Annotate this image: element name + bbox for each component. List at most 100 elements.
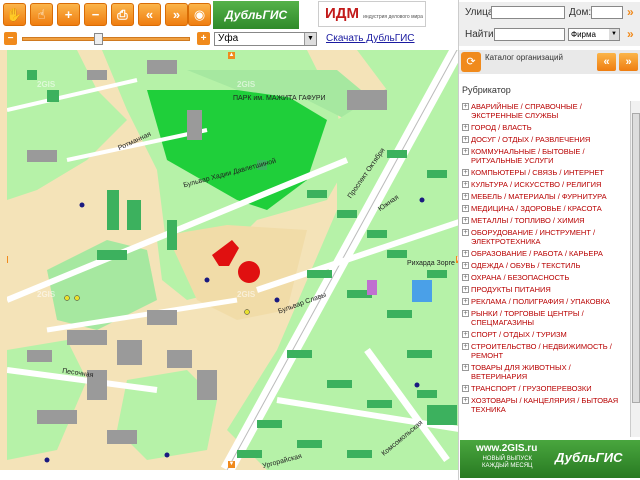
print-icon[interactable]: ⎙: [111, 3, 134, 26]
pan-down-icon[interactable]: ▼: [228, 461, 235, 468]
search-type-value: Фирма: [571, 30, 596, 39]
watermark: 2GIS: [237, 80, 256, 89]
zoom-plus-button[interactable]: +: [197, 32, 210, 45]
expand-plus-icon[interactable]: +: [462, 217, 469, 224]
expand-plus-icon[interactable]: +: [462, 331, 469, 338]
category-item[interactable]: + КОМПЬЮТЕРЫ / СВЯЗЬ / ИНТЕРНЕТ: [459, 167, 629, 179]
category-label: СПОРТ / ОТДЫХ / ТУРИЗМ: [471, 330, 567, 339]
category-label: МЕДИЦИНА / ЗДОРОВЬЕ / КРАСОТА: [471, 204, 602, 213]
search-type-select[interactable]: Фирма ▼: [568, 28, 620, 41]
expand-plus-icon[interactable]: +: [462, 103, 469, 110]
expand-plus-icon[interactable]: +: [462, 250, 469, 257]
map-label-park: ПАРК им. МАЖИТА ГАФУРИ: [233, 95, 326, 102]
expand-plus-icon[interactable]: +: [462, 298, 469, 305]
category-label: СТРОИТЕЛЬСТВО / НЕДВИЖИМОСТЬ / РЕМОНТ: [471, 342, 612, 360]
back-icon[interactable]: «: [138, 3, 161, 26]
pan-up-icon[interactable]: ▲: [228, 52, 235, 59]
catalog-title: Каталог организаций: [485, 53, 563, 62]
category-item[interactable]: + КОММУНАЛЬНЫЕ / БЫТОВЫЕ / РИТУАЛЬНЫЕ УСЛ…: [459, 146, 629, 167]
house-label: Дом:: [569, 7, 592, 18]
scrollbar[interactable]: [630, 101, 640, 437]
find-input[interactable]: [494, 28, 565, 41]
street-input[interactable]: [491, 6, 565, 19]
pan-left-icon[interactable]: ◀: [7, 256, 8, 263]
map-view[interactable]: ПАРК им. МАЖИТА ГАФУРИ Проспект Октября …: [0, 50, 458, 470]
house-input[interactable]: [591, 6, 623, 19]
expand-plus-icon[interactable]: +: [462, 385, 469, 392]
dublgis-logo[interactable]: ДубльГИС: [213, 1, 299, 29]
expand-plus-icon[interactable]: +: [462, 136, 469, 143]
category-item[interactable]: + МЕДИЦИНА / ЗДОРОВЬЕ / КРАСОТА: [459, 203, 629, 215]
category-item[interactable]: + СТРОИТЕЛЬСТВО / НЕДВИЖИМОСТЬ / РЕМОНТ: [459, 341, 629, 362]
expand-plus-icon[interactable]: +: [462, 181, 469, 188]
category-item[interactable]: + МЕБЕЛЬ / МАТЕРИАЛЫ / ФУРНИТУРА: [459, 191, 629, 203]
expand-plus-icon[interactable]: +: [462, 274, 469, 281]
expand-plus-icon[interactable]: +: [462, 310, 469, 317]
expand-plus-icon[interactable]: +: [462, 124, 469, 131]
scrollbar-thumb[interactable]: [632, 113, 640, 403]
zoom-slider-thumb[interactable]: [94, 33, 104, 45]
download-link[interactable]: Скачать ДубльГИС: [326, 33, 415, 44]
find-label: Найти:: [465, 29, 497, 40]
info-icon[interactable]: ◉: [188, 3, 211, 26]
category-item[interactable]: + ТОВАРЫ ДЛЯ ЖИВОТНЫХ / ВЕТЕРИНАРИЯ: [459, 362, 629, 383]
expand-plus-icon[interactable]: +: [462, 229, 469, 236]
idm-logo-sub: индустрия делового мира: [363, 14, 423, 20]
find-search-row: Найти: Фирма ▼ »: [459, 24, 640, 46]
forward-icon[interactable]: »: [165, 3, 188, 26]
category-item[interactable]: + ДОСУГ / ОТДЫХ / РАЗВЛЕЧЕНИЯ: [459, 134, 629, 146]
city-select-value: Уфа: [218, 33, 239, 44]
back-icon[interactable]: «: [597, 53, 616, 71]
expand-plus-icon[interactable]: +: [462, 364, 469, 371]
zoom-out-icon[interactable]: −: [84, 3, 107, 26]
category-item[interactable]: + ПРОДУКТЫ ПИТАНИЯ: [459, 284, 629, 296]
forward-icon[interactable]: »: [619, 53, 638, 71]
hand-select-icon[interactable]: ☝: [30, 3, 53, 26]
expand-plus-icon[interactable]: +: [462, 205, 469, 212]
category-label: КОМПЬЮТЕРЫ / СВЯЗЬ / ИНТЕРНЕТ: [471, 168, 604, 177]
idm-logo[interactable]: ИДМ индустрия делового мира: [318, 1, 426, 27]
category-item[interactable]: + ОХРАНА / БЕЗОПАСНОСТЬ: [459, 272, 629, 284]
category-item[interactable]: + ХОЗТОВАРЫ / КАНЦЕЛЯРИЯ / БЫТОВАЯ ТЕХНИК…: [459, 395, 629, 416]
category-label: МЕТАЛЛЫ / ТОПЛИВО / ХИМИЯ: [471, 216, 585, 225]
category-label: МЕБЕЛЬ / МАТЕРИАЛЫ / ФУРНИТУРА: [471, 192, 607, 201]
catalog-icon[interactable]: ⟳: [461, 52, 481, 72]
category-item[interactable]: + РЫНКИ / ТОРГОВЫЕ ЦЕНТРЫ / СПЕЦМАГАЗИНЫ: [459, 308, 629, 329]
category-item[interactable]: + КУЛЬТУРА / ИСКУССТВО / РЕЛИГИЯ: [459, 179, 629, 191]
expand-plus-icon[interactable]: +: [462, 397, 469, 404]
expand-plus-icon[interactable]: +: [462, 286, 469, 293]
watermark: 2GIS: [237, 290, 256, 299]
chevron-down-icon: ▼: [304, 33, 316, 45]
street-go-button[interactable]: »: [627, 5, 634, 19]
category-item[interactable]: + ТРАНСПОРТ / ГРУЗОПЕРЕВОЗКИ: [459, 383, 629, 395]
toolbar: ✋ ☝ + − ⎙ « » ◉ ДубльГИС ИДМ индустрия д…: [0, 0, 458, 30]
watermark: 2GIS: [37, 80, 56, 89]
zoom-slider[interactable]: [22, 33, 190, 45]
expand-plus-icon[interactable]: +: [462, 148, 469, 155]
category-item[interactable]: + РЕКЛАМА / ПОЛИГРАФИЯ / УПАКОВКА: [459, 296, 629, 308]
category-item[interactable]: + МЕТАЛЛЫ / ТОПЛИВО / ХИМИЯ: [459, 215, 629, 227]
zoom-minus-button[interactable]: −: [4, 32, 17, 45]
city-select[interactable]: Уфа ▼: [214, 32, 317, 46]
category-item[interactable]: + ОБОРУДОВАНИЕ / ИНСТРУМЕНТ / ЭЛЕКТРОТЕХН…: [459, 227, 629, 248]
category-label: ОБРАЗОВАНИЕ / РАБОТА / КАРЬЕРА: [471, 249, 603, 258]
idm-logo-text: ИДМ: [325, 5, 359, 22]
map-canvas[interactable]: [7, 50, 458, 470]
category-item[interactable]: + ГОРОД / ВЛАСТЬ: [459, 122, 629, 134]
promo-banner[interactable]: www.2GIS.ru НОВЫЙ ВЫПУСК КАЖДЫЙ МЕСЯЦ Дуб…: [460, 440, 640, 478]
category-item[interactable]: + АВАРИЙНЫЕ / СПРАВОЧНЫЕ / ЭКСТРЕННЫЕ СЛУ…: [459, 101, 629, 122]
category-label: ТОВАРЫ ДЛЯ ЖИВОТНЫХ / ВЕТЕРИНАРИЯ: [471, 363, 571, 381]
find-go-button[interactable]: »: [627, 27, 634, 41]
category-item[interactable]: + ОБРАЗОВАНИЕ / РАБОТА / КАРЬЕРА: [459, 248, 629, 260]
category-item[interactable]: + СПОРТ / ОТДЫХ / ТУРИЗМ: [459, 329, 629, 341]
category-label: ОДЕЖДА / ОБУВЬ / ТЕКСТИЛЬ: [471, 261, 581, 270]
expand-plus-icon[interactable]: +: [462, 169, 469, 176]
expand-plus-icon[interactable]: +: [462, 343, 469, 350]
category-label: ХОЗТОВАРЫ / КАНЦЕЛЯРИЯ / БЫТОВАЯ ТЕХНИКА: [471, 396, 619, 414]
hand-pan-icon[interactable]: ✋: [3, 3, 26, 26]
expand-plus-icon[interactable]: +: [462, 262, 469, 269]
expand-plus-icon[interactable]: +: [462, 193, 469, 200]
catalog-header: ⟳ Каталог организаций « »: [459, 50, 640, 74]
category-item[interactable]: + ОДЕЖДА / ОБУВЬ / ТЕКСТИЛЬ: [459, 260, 629, 272]
zoom-in-icon[interactable]: +: [57, 3, 80, 26]
